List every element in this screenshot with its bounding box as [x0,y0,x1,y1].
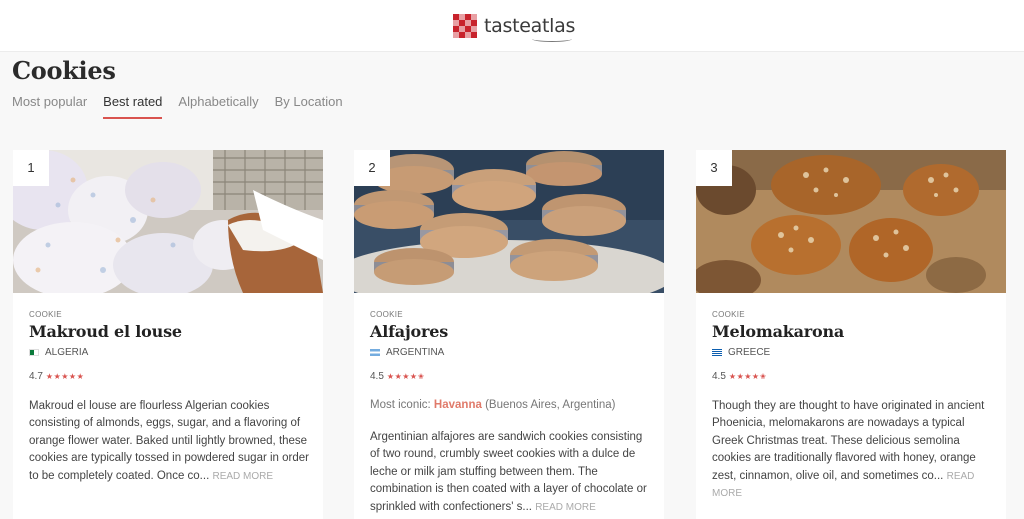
sort-tabs: Most popular Best rated Alphabetically B… [12,94,359,120]
rating-stars-icon: ★★★★✬ [728,372,767,381]
description: Though they are thought to have originat… [712,398,997,502]
tab-best-rated[interactable]: Best rated [103,94,163,119]
tab-most-popular[interactable]: Most popular [12,94,87,119]
description-text: Though they are thought to have originat… [712,400,985,482]
most-iconic: Most iconic: Havanna (Buenos Aires, Arge… [370,399,615,411]
country[interactable]: ALGERIA [29,347,88,358]
food-name[interactable]: Melomakarona [712,322,844,341]
read-more-link[interactable]: READ MORE [212,471,273,482]
tab-alphabetically[interactable]: Alphabetically [178,94,258,119]
rating-value: 4.5 [712,371,726,382]
rating: 4.5 ★★★★✬ [370,371,425,382]
description: Argentinian alfajores are sandwich cooki… [370,429,655,516]
food-name[interactable]: Alfajores [370,322,448,341]
rating-value: 4.5 [370,371,384,382]
argentina-flag-icon [370,349,380,356]
most-iconic-place-link[interactable]: Havanna [434,399,482,411]
description-text: Argentinian alfajores are sandwich cooki… [370,431,647,513]
food-image[interactable]: 3 [696,150,1006,293]
food-card[interactable]: 2 COOKIE Alfajores ARGENTINA 4.5 ★★★★✬ M… [354,150,664,519]
most-iconic-location: (Buenos Aires, Argentina) [485,399,616,411]
category-label: COOKIE [370,310,403,319]
food-image[interactable]: 1 [13,150,323,293]
food-image[interactable]: 2 [354,150,664,293]
rating-value: 4.7 [29,371,43,382]
country[interactable]: GREECE [712,347,770,358]
food-card[interactable]: 3 COOKIE Melomakarona GREECE 4.5 ★★★★✬ T… [696,150,1006,519]
country-name: GREECE [728,347,771,358]
description-text: Makroud el louse are flourless Algerian … [29,400,309,482]
country[interactable]: ARGENTINA [370,347,444,358]
rating-stars-icon: ★★★★✬ [386,372,425,381]
food-name[interactable]: Makroud el louse [29,322,182,341]
top-bar: tasteatlas [0,0,1024,52]
rank-badge: 3 [696,150,732,186]
most-iconic-label: Most iconic: [370,399,431,411]
rating: 4.7 ★★★★★ [29,371,84,382]
category-label: COOKIE [712,310,745,319]
logo[interactable]: tasteatlas [453,13,575,42]
logo-mark-icon [453,14,477,38]
rank-badge: 1 [13,150,49,186]
rating-stars-icon: ★★★★★ [45,372,85,381]
logo-text: tasteatlas [484,15,575,42]
rating: 4.5 ★★★★✬ [712,371,767,382]
description: Makroud el louse are flourless Algerian … [29,398,314,485]
food-card[interactable]: 1 COOKIE Makroud el louse ALGERIA 4.7 ★★… [13,150,323,519]
country-name: ARGENTINA [386,347,445,358]
greece-flag-icon [712,349,722,356]
algeria-flag-icon [29,349,39,356]
rank-badge: 2 [354,150,390,186]
country-name: ALGERIA [45,347,89,358]
tab-by-location[interactable]: By Location [275,94,343,119]
page-title: Cookies [12,56,116,85]
category-label: COOKIE [29,310,62,319]
read-more-link[interactable]: READ MORE [535,502,596,513]
